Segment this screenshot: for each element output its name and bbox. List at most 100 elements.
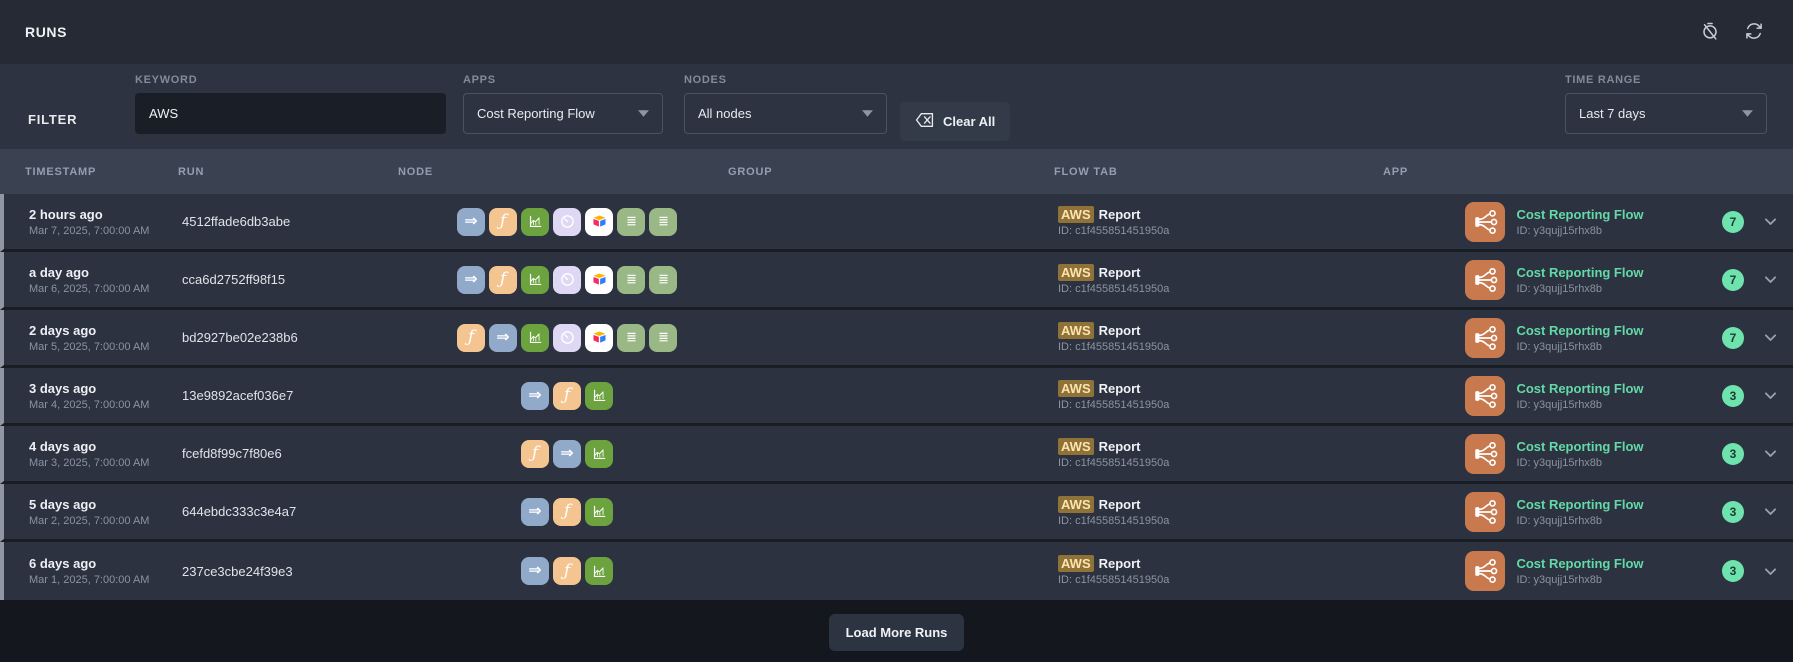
app-name[interactable]: Cost Reporting Flow: [1516, 207, 1643, 222]
load-more-runs-button[interactable]: Load More Runs: [829, 614, 965, 651]
chevron-down-icon[interactable]: [1762, 329, 1780, 347]
caret-down-icon: [862, 110, 873, 117]
app-cell: Cost Reporting Flow ID: y3qujj15rhx8b: [1387, 318, 1722, 358]
chevron-down-icon[interactable]: [1762, 213, 1780, 231]
airtable-node-icon: [585, 208, 613, 236]
chevron-down-icon[interactable]: [1762, 562, 1780, 580]
timer-node-icon: [553, 266, 581, 294]
node-icons: ƒ⇒: [402, 440, 732, 468]
flow-tab-highlight: AWS: [1058, 264, 1094, 281]
table-row[interactable]: 2 days ago Mar 5, 2025, 7:00:00 AM bd292…: [0, 310, 1793, 368]
nodes-select[interactable]: All nodes: [684, 93, 887, 134]
relative-time: 2 hours ago: [29, 207, 182, 222]
run-count-badge: 3: [1722, 501, 1744, 523]
app-cell: Cost Reporting Flow ID: y3qujj15rhx8b: [1387, 551, 1722, 591]
list-node-icon: [649, 208, 677, 236]
app-cell: Cost Reporting Flow ID: y3qujj15rhx8b: [1387, 434, 1722, 474]
refresh-icon[interactable]: [1743, 21, 1765, 43]
table-row[interactable]: 3 days ago Mar 4, 2025, 7:00:00 AM 13e98…: [0, 368, 1793, 426]
app-cell: Cost Reporting Flow ID: y3qujj15rhx8b: [1387, 492, 1722, 532]
app-id: ID: y3qujj15rhx8b: [1516, 225, 1643, 237]
footer: Load More Runs: [0, 600, 1793, 662]
title-bar: RUNS: [0, 0, 1793, 64]
flow-tab-highlight: AWS: [1058, 322, 1094, 339]
app-id: ID: y3qujj15rhx8b: [1516, 574, 1643, 586]
app-name[interactable]: Cost Reporting Flow: [1516, 556, 1643, 571]
table-row[interactable]: 5 days ago Mar 2, 2025, 7:00:00 AM 644eb…: [0, 484, 1793, 542]
time-range-select[interactable]: Last 7 days: [1565, 93, 1767, 134]
relative-time: a day ago: [29, 265, 182, 280]
flow-tab-highlight: AWS: [1058, 555, 1094, 572]
flow-tab-title: Report: [1099, 265, 1141, 280]
timestamp-cell: 2 days ago Mar 5, 2025, 7:00:00 AM: [29, 323, 182, 353]
caret-down-icon: [638, 110, 649, 117]
app-name[interactable]: Cost Reporting Flow: [1516, 323, 1643, 338]
keyword-field: KEYWORD: [135, 74, 446, 134]
run-id: 4512ffade6db3abe: [182, 214, 402, 229]
app-id: ID: y3qujj15rhx8b: [1516, 283, 1643, 295]
flow-app-icon: [1465, 492, 1505, 532]
run-count-badge: 7: [1722, 327, 1744, 349]
row-end-cell: 3: [1722, 443, 1793, 465]
flow-app-icon: [1465, 551, 1505, 591]
chevron-down-icon[interactable]: [1762, 387, 1780, 405]
relative-time: 3 days ago: [29, 381, 182, 396]
app-name[interactable]: Cost Reporting Flow: [1516, 439, 1643, 454]
list-node-icon: [617, 208, 645, 236]
flow-tab-title: Report: [1099, 439, 1141, 454]
table-row[interactable]: a day ago Mar 6, 2025, 7:00:00 AM cca6d2…: [0, 252, 1793, 310]
chevron-down-icon[interactable]: [1762, 271, 1780, 289]
app-name[interactable]: Cost Reporting Flow: [1516, 265, 1643, 280]
chevron-down-icon[interactable]: [1762, 445, 1780, 463]
flow-app-icon: [1465, 376, 1505, 416]
run-id: fcefd8f99c7f80e6: [182, 446, 402, 461]
run-id: 237ce3cbe24f39e3: [182, 564, 402, 579]
list-node-icon: [617, 324, 645, 352]
run-cell: bd2927be02e238b6: [182, 330, 402, 345]
flow-tab-cell: AWSReport ID: c1f455851451950a: [1058, 207, 1387, 237]
run-count-badge: 3: [1722, 560, 1744, 582]
apps-select[interactable]: Cost Reporting Flow: [463, 93, 663, 134]
chevron-down-icon[interactable]: [1762, 503, 1780, 521]
timestamp-cell: 2 hours ago Mar 7, 2025, 7:00:00 AM: [29, 207, 182, 237]
time-range-field: TIME RANGE Last 7 days: [1565, 74, 1767, 134]
chart-node-icon: [585, 557, 613, 585]
timestamp-cell: 5 days ago Mar 2, 2025, 7:00:00 AM: [29, 497, 182, 527]
timestamp-cell: a day ago Mar 6, 2025, 7:00:00 AM: [29, 265, 182, 295]
app-name[interactable]: Cost Reporting Flow: [1516, 497, 1643, 512]
row-end-cell: 7: [1722, 327, 1793, 349]
clear-all-button[interactable]: Clear All: [900, 102, 1010, 141]
timestamp: Mar 5, 2025, 7:00:00 AM: [29, 341, 182, 353]
run-count-badge: 3: [1722, 443, 1744, 465]
airtable-node-icon: [585, 324, 613, 352]
table-row[interactable]: 6 days ago Mar 1, 2025, 7:00:00 AM 237ce…: [0, 542, 1793, 600]
flow-tab-id: ID: c1f455851451950a: [1058, 574, 1387, 586]
flow-app-icon: [1465, 434, 1505, 474]
chart-node-icon: [521, 266, 549, 294]
backspace-icon: [915, 112, 934, 131]
flow-app-icon: [1465, 260, 1505, 300]
row-end-cell: 3: [1722, 560, 1793, 582]
flow-tab-cell: AWS Report ID: c1f455851451950a: [1058, 265, 1387, 295]
table-row[interactable]: 2 hours ago Mar 7, 2025, 7:00:00 AM 4512…: [0, 194, 1793, 252]
table-row[interactable]: 4 days ago Mar 3, 2025, 7:00:00 AM fcefd…: [0, 426, 1793, 484]
keyword-label: KEYWORD: [135, 74, 446, 86]
node-icons: ⇒ƒ: [402, 208, 732, 236]
flow-tab-highlight: AWS: [1058, 438, 1094, 455]
run-cell: cca6d2752ff98f15: [182, 272, 402, 287]
run-count-badge: 7: [1722, 269, 1744, 291]
arrow-node-icon: ⇒: [457, 266, 485, 294]
run-count-badge: 3: [1722, 385, 1744, 407]
flow-tab-cell: AWSReport ID: c1f455851451950a: [1058, 497, 1387, 527]
list-node-icon: [649, 266, 677, 294]
flow-tab-title: Report: [1099, 323, 1141, 338]
app-name[interactable]: Cost Reporting Flow: [1516, 381, 1643, 396]
flow-tab-cell: AWSReport ID: c1f455851451950a: [1058, 556, 1387, 586]
keyword-input[interactable]: [135, 93, 446, 134]
flow-tab-highlight: AWS: [1058, 206, 1094, 223]
chart-node-icon: [521, 324, 549, 352]
timer-off-icon[interactable]: [1699, 21, 1721, 43]
col-flow-tab: FLOW TAB: [1054, 166, 1383, 178]
flow-tab-id: ID: c1f455851451950a: [1058, 283, 1387, 295]
relative-time: 6 days ago: [29, 556, 182, 571]
